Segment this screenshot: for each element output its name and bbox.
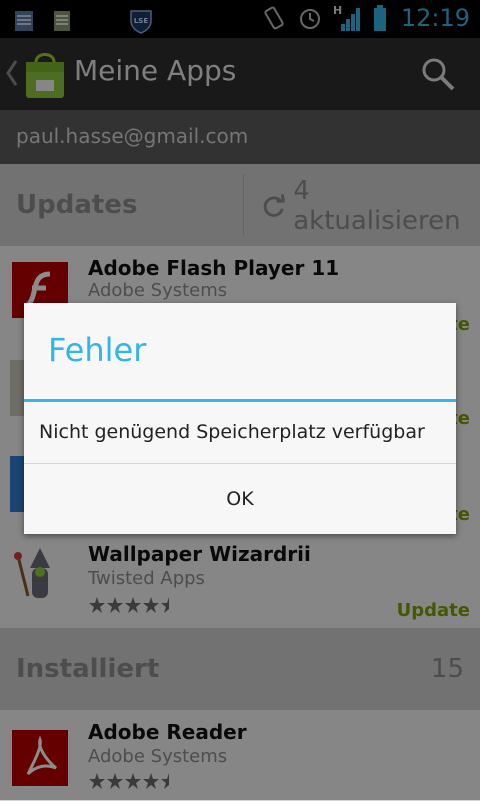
dialog-title-divider (24, 399, 456, 402)
dialog-message: Nicht genügend Speicherplatz verfügbar (39, 421, 425, 443)
dialog-title: Fehler (48, 331, 147, 369)
error-dialog: Fehler Nicht genügend Speicherplatz verf… (24, 303, 456, 534)
ok-button[interactable]: OK (24, 464, 456, 534)
